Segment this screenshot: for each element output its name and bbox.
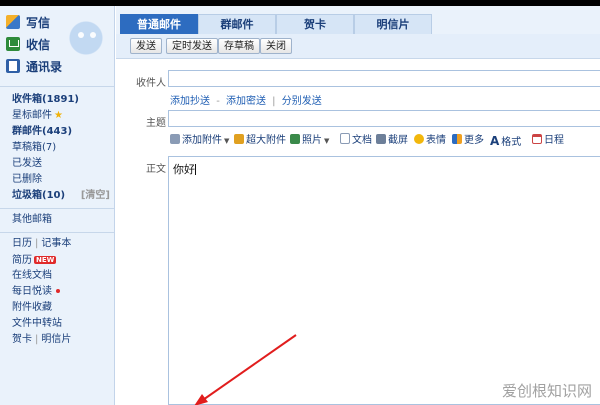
calendar-icon bbox=[532, 134, 542, 144]
more-button[interactable]: 更多 bbox=[452, 132, 484, 150]
tool-row-docs: 在线文档 bbox=[12, 268, 112, 284]
folder-group-mail[interactable]: 群邮件(443) bbox=[12, 124, 112, 140]
tab-group-mail[interactable]: 群邮件 bbox=[198, 14, 276, 34]
document-icon bbox=[340, 133, 350, 144]
postcard-link[interactable]: 明信片 bbox=[41, 334, 71, 345]
file-transfer-link[interactable]: 文件中转站 bbox=[12, 318, 62, 329]
tab-postcard[interactable]: 明信片 bbox=[354, 14, 432, 34]
smiley-icon bbox=[414, 134, 424, 144]
folder-list: 收件箱(1891) 星标邮件 ★ 群邮件(443) 草稿箱(7) 已发送 已删除 … bbox=[12, 92, 112, 204]
paperclip-icon bbox=[170, 134, 180, 144]
other-mailbox-section: 其他邮箱 bbox=[12, 212, 112, 228]
screenshot-button[interactable]: 截屏 bbox=[376, 132, 408, 150]
tab-normal-mail[interactable]: 普通邮件 bbox=[120, 14, 198, 34]
other-mailboxes-link[interactable]: 其他邮箱 bbox=[12, 212, 112, 228]
body-label: 正文 bbox=[146, 164, 166, 175]
compose-toolbar: 发送 定时发送 存草稿 关闭 bbox=[116, 34, 600, 59]
chevron-down-icon[interactable]: ▼ bbox=[324, 137, 329, 145]
add-attachment-button[interactable]: 添加附件 ▼ bbox=[170, 132, 229, 150]
star-icon: ★ bbox=[54, 110, 63, 121]
separate-send-link[interactable]: 分别发送 bbox=[282, 96, 322, 107]
sidebar-divider bbox=[0, 208, 114, 209]
folder-starred-label: 星标邮件 bbox=[12, 110, 52, 121]
address-book-icon bbox=[6, 59, 20, 73]
subject-label: 主题 bbox=[146, 118, 166, 129]
add-cc-link[interactable]: 添加抄送 bbox=[170, 96, 210, 107]
sidebar: 写信 收信 通讯录 收件箱(1891) 星标邮件 ★ 群邮件(443) 草稿箱(7… bbox=[0, 6, 115, 405]
format-toolbar: 添加附件 ▼ 超大附件 照片 ▼ 文档 截屏 表情 更多 A 格式 日程 bbox=[170, 132, 600, 150]
inbox-icon bbox=[6, 37, 20, 51]
online-docs-link[interactable]: 在线文档 bbox=[12, 270, 52, 281]
document-label: 文档 bbox=[352, 135, 372, 146]
recipient-options: 添加抄送 - 添加密送 | 分别发送 bbox=[170, 96, 322, 107]
recipient-input[interactable] bbox=[168, 70, 600, 87]
red-arrow-annotation bbox=[194, 334, 297, 405]
receive-mail-label: 收信 bbox=[26, 37, 51, 52]
close-button[interactable]: 关闭 bbox=[260, 38, 292, 54]
folder-starred[interactable]: 星标邮件 ★ bbox=[12, 108, 112, 124]
resume-link[interactable]: 简历 bbox=[12, 255, 32, 266]
large-attachment-label: 超大附件 bbox=[246, 135, 286, 146]
schedule-label: 日程 bbox=[544, 135, 564, 146]
subject-input[interactable] bbox=[168, 110, 600, 127]
sidebar-divider bbox=[0, 86, 114, 87]
text-cursor bbox=[195, 164, 196, 175]
recipient-label: 收件人 bbox=[136, 78, 166, 89]
folder-inbox[interactable]: 收件箱(1891) bbox=[12, 92, 112, 108]
scissors-icon bbox=[376, 134, 386, 144]
tool-row-transfer: 文件中转站 bbox=[12, 316, 112, 332]
address-book-label: 通讯录 bbox=[26, 59, 63, 74]
tool-row-calendar: 日历 | 记事本 bbox=[12, 238, 72, 249]
folder-sent[interactable]: 已发送 bbox=[12, 156, 112, 172]
emoji-button[interactable]: 表情 bbox=[414, 132, 446, 150]
tools-list: 日历 | 记事本 简历 NEW 在线文档 每日悦读 附件收藏 文件中转站 贺卡 | 明信片 bbox=[12, 236, 112, 348]
folder-deleted[interactable]: 已删除 bbox=[12, 172, 112, 188]
more-apps-icon bbox=[452, 134, 462, 144]
unread-dot-icon bbox=[56, 289, 60, 293]
add-attachment-label: 添加附件 bbox=[182, 135, 222, 146]
clear-spam-link[interactable]: [清空] bbox=[81, 188, 110, 204]
document-button[interactable]: 文档 bbox=[340, 132, 372, 150]
photo-button[interactable]: 照片 ▼ bbox=[290, 132, 329, 150]
tab-greeting-card[interactable]: 贺卡 bbox=[276, 14, 354, 34]
address-book-link[interactable]: 通讯录 bbox=[6, 56, 114, 76]
folder-spam-label: 垃圾箱(10) bbox=[12, 190, 66, 201]
sidebar-divider bbox=[0, 232, 114, 233]
folder-drafts[interactable]: 草稿箱(7) bbox=[12, 140, 112, 156]
watermark-text: 爱创根知识网 bbox=[501, 382, 592, 400]
photo-icon bbox=[290, 134, 300, 144]
schedule-button[interactable]: 日程 bbox=[532, 132, 564, 150]
compose-tabs: 普通邮件 群邮件 贺卡 明信片 bbox=[116, 6, 600, 34]
tool-row-daily: 每日悦读 bbox=[12, 284, 112, 300]
send-button[interactable]: 发送 bbox=[130, 38, 162, 54]
format-label: 格式 bbox=[501, 137, 522, 148]
tool-row-cards: 贺卡 | 明信片 bbox=[12, 334, 72, 345]
folder-spam[interactable]: 垃圾箱(10) [清空] bbox=[12, 188, 112, 204]
schedule-send-button[interactable]: 定时发送 bbox=[166, 38, 218, 54]
save-draft-button[interactable]: 存草稿 bbox=[218, 38, 260, 54]
mascot-icon bbox=[66, 20, 110, 58]
message-body-text: 你好 bbox=[173, 163, 196, 176]
large-attachment-button[interactable]: 超大附件 bbox=[234, 132, 286, 150]
photo-label: 照片 bbox=[302, 135, 322, 146]
large-attachment-icon bbox=[234, 134, 244, 144]
font-format-icon: A bbox=[490, 134, 500, 148]
tool-row-resume: 简历 NEW bbox=[12, 252, 112, 268]
new-badge: NEW bbox=[34, 256, 57, 264]
greeting-card-link[interactable]: 贺卡 bbox=[12, 334, 32, 345]
daily-read-link[interactable]: 每日悦读 bbox=[12, 286, 52, 297]
calendar-link[interactable]: 日历 bbox=[12, 238, 32, 249]
add-bcc-link[interactable]: 添加密送 bbox=[226, 96, 266, 107]
attachment-collection-link[interactable]: 附件收藏 bbox=[12, 302, 52, 313]
more-label: 更多 bbox=[464, 135, 484, 146]
write-mail-label: 写信 bbox=[26, 15, 51, 30]
pen-icon bbox=[6, 15, 20, 29]
notes-link[interactable]: 记事本 bbox=[41, 238, 71, 249]
screenshot-label: 截屏 bbox=[388, 135, 408, 146]
tool-row-attachments: 附件收藏 bbox=[12, 300, 112, 316]
emoji-label: 表情 bbox=[426, 135, 446, 146]
format-button[interactable]: A 格式 bbox=[490, 132, 521, 150]
chevron-down-icon[interactable]: ▼ bbox=[224, 137, 229, 145]
